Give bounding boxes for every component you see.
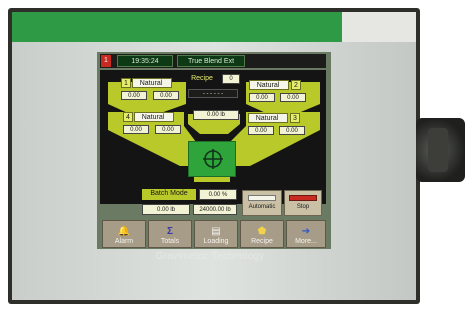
recipe-label: Recipe bbox=[191, 75, 213, 82]
arrow-right-icon: ➔ bbox=[301, 226, 311, 237]
stop-indicator bbox=[289, 195, 317, 201]
loading-label: Loading bbox=[203, 238, 229, 245]
bell-icon: 🔔 bbox=[117, 226, 131, 237]
alert-indicator[interactable]: 1 bbox=[101, 55, 111, 67]
totals-button[interactable]: Σ Totals bbox=[148, 220, 192, 248]
weigh-unit: lb bbox=[220, 112, 226, 118]
totals-label: Totals bbox=[160, 238, 180, 245]
footer-brand: Gravimetric Technology bbox=[155, 251, 265, 262]
batch-percent: 0.00 % bbox=[199, 189, 237, 200]
recipe-name-field[interactable]: - - - - - - bbox=[188, 89, 238, 98]
hopper-2-material[interactable]: Natural bbox=[249, 80, 289, 90]
recipe-button[interactable]: ⬟ Recipe bbox=[240, 220, 284, 248]
hopper-3-index: 3 bbox=[290, 113, 300, 123]
weigh-readout: 0.00 lb bbox=[193, 110, 239, 120]
hopper-1-material[interactable]: Natural bbox=[132, 78, 172, 88]
system-title: True Blend Ext bbox=[177, 55, 245, 67]
alarm-label: Alarm bbox=[114, 238, 134, 245]
automatic-indicator bbox=[248, 195, 276, 201]
batch-weight-current: 0.00 lb bbox=[142, 204, 190, 215]
target-icon bbox=[203, 149, 223, 169]
recipe-value[interactable]: 0 bbox=[222, 74, 240, 84]
hopper-2-value-left: 0.00 bbox=[249, 93, 275, 102]
recipe-icon: ⬟ bbox=[257, 226, 267, 237]
hopper-4-material[interactable]: Natural bbox=[134, 112, 174, 122]
batch-mode-label: Batch Mode bbox=[142, 189, 196, 200]
bezel-green-strip bbox=[12, 12, 342, 42]
weigh-hopper-outlet bbox=[194, 177, 230, 182]
hopper-3-value-left: 0.00 bbox=[248, 126, 274, 135]
alarm-button[interactable]: 🔔 Alarm bbox=[102, 220, 146, 248]
automatic-label: Automatic bbox=[248, 204, 276, 210]
automatic-button[interactable]: Automatic bbox=[242, 190, 282, 216]
hopper-1-value-right: 0.00 bbox=[153, 91, 179, 100]
document-icon: ▤ bbox=[211, 226, 221, 237]
more-button[interactable]: ➔ More... bbox=[286, 220, 326, 248]
knob-ring bbox=[428, 128, 448, 172]
hopper-2-value-right: 0.00 bbox=[280, 93, 306, 102]
stop-button[interactable]: Stop bbox=[284, 190, 322, 216]
recipe-button-label: Recipe bbox=[251, 238, 273, 245]
hopper-1-index: 1 bbox=[121, 78, 131, 88]
stop-label: Stop bbox=[296, 204, 310, 210]
batch-weight-target[interactable]: 24000.00 lb bbox=[193, 204, 237, 215]
hopper-1-value-left: 0.00 bbox=[121, 91, 147, 100]
hopper-4-index: 4 bbox=[123, 112, 133, 122]
clock-display: 19:35:24 bbox=[117, 55, 173, 67]
weigh-value: 0.00 bbox=[206, 112, 219, 118]
more-label: More... bbox=[295, 238, 317, 245]
bezel-white-strip bbox=[342, 12, 416, 42]
sigma-icon: Σ bbox=[166, 226, 173, 237]
loading-button[interactable]: ▤ Loading bbox=[194, 220, 238, 248]
hopper-3-value-right: 0.00 bbox=[279, 126, 305, 135]
hopper-4-value-right: 0.00 bbox=[155, 125, 181, 134]
hopper-2-index: 2 bbox=[291, 80, 301, 90]
hopper-3-material[interactable]: Natural bbox=[248, 113, 288, 123]
hopper-4-value-left: 0.00 bbox=[123, 125, 149, 134]
